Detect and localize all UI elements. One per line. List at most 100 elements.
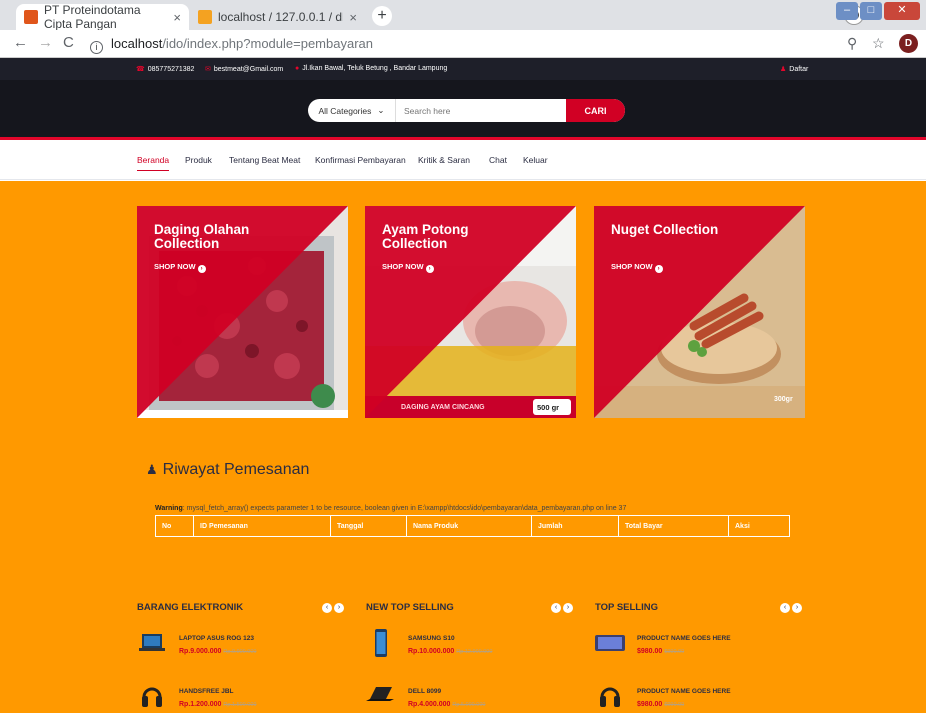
order-history-title: Riwayat Pemesanan <box>162 461 310 478</box>
user-icon: ♟ <box>146 462 158 477</box>
nav-tentang[interactable]: Tentang Beat Meat <box>229 155 300 165</box>
site-favicon-icon <box>24 10 38 24</box>
product-name: DELL 8099 <box>408 688 442 695</box>
headphone-icon <box>595 681 625 711</box>
address-contact: ● Jl.Ikan Bawal, Teluk Betung , Bandar La… <box>295 65 447 72</box>
browser-chrome: PT Proteindotama Cipta Pangan × localhos… <box>0 0 926 58</box>
old-price: Rp.5.000.000 <box>452 702 486 708</box>
arrow-left-icon[interactable]: ‹ <box>551 603 561 613</box>
collection-title: Nuget Collection <box>611 222 719 237</box>
minimize-button[interactable]: – <box>836 2 858 20</box>
warning-label: Warning <box>155 505 183 512</box>
close-tab-icon[interactable]: × <box>173 10 181 25</box>
product-item[interactable]: LAPTOP ASUS ROG 123 Rp.9.000.000 Rp.9.900.… <box>137 628 256 658</box>
nav-beranda[interactable]: Beranda <box>137 155 170 171</box>
php-warning: Warning: mysql_fetch_array() expects par… <box>155 505 626 512</box>
section-title: TOP SELLING <box>595 602 658 613</box>
collection-card-nuget[interactable]: Nuget Collection SHOP NOW › 300gr <box>594 206 805 418</box>
collection-card-ayam[interactable]: Ayam Potong Collection SHOP NOW › DAGING… <box>365 206 576 418</box>
tab-title: localhost / 127.0.0.1 / dbbestme: <box>218 10 343 24</box>
shop-now-label: SHOP NOW <box>611 262 653 271</box>
package-weight: 300gr <box>774 396 793 403</box>
old-price: Rp.12.000.000 <box>456 649 493 655</box>
browser-tab[interactable]: localhost / 127.0.0.1 / dbbestme: × <box>190 4 365 30</box>
url-host: localhost <box>111 36 163 51</box>
close-tab-icon[interactable]: × <box>349 10 357 25</box>
reload-icon[interactable]: C <box>63 34 74 51</box>
search-form: All Categories ⌄ CARI <box>308 99 625 122</box>
category-value: All Categories <box>318 105 372 116</box>
slider-arrows: ‹ › <box>551 603 573 613</box>
old-price: Rp.9.900.000 <box>223 649 257 655</box>
price-value: Rp.1.200.000 <box>179 701 222 708</box>
close-window-button[interactable]: ✕ <box>884 2 920 20</box>
product-item[interactable]: SAMSUNG S10 Rp.10.000.000 Rp.12.000.000 <box>366 628 492 658</box>
zoom-icon[interactable]: ⚲ <box>847 35 857 52</box>
col-nama-produk: Nama Produk <box>407 516 532 536</box>
url-path: /ido/index.php?module=pembayaran <box>162 36 373 51</box>
nav-chat[interactable]: Chat <box>489 155 507 165</box>
product-item[interactable]: DELL 8099 Rp.4.000.000 Rp.5.000.000 <box>366 681 485 711</box>
nav-konfirmasi-pembayaran[interactable]: Konfirmasi Pembayaran <box>315 155 406 165</box>
price-value: Rp.4.000.000 <box>408 701 451 708</box>
bookmark-star-icon[interactable]: ☆ <box>872 35 885 52</box>
register-link[interactable]: ♟ Daftar <box>780 65 808 74</box>
order-table-header: No ID Pemesanan Tanggal Nama Produk Juml… <box>155 515 790 537</box>
nav-keluar[interactable]: Keluar <box>523 155 548 165</box>
product-price: Rp.4.000.000 Rp.5.000.000 <box>408 701 485 708</box>
forward-icon[interactable]: → <box>38 34 53 51</box>
shop-now-link[interactable]: SHOP NOW › <box>611 262 663 273</box>
window-controls: – □ ✕ <box>836 2 920 20</box>
address-bar-row: ← → C i localhost/ido/index.php?module=pe… <box>0 30 926 58</box>
category-select[interactable]: All Categories ⌄ <box>308 99 396 122</box>
headphone-icon <box>137 681 167 711</box>
nav-produk[interactable]: Produk <box>185 155 212 165</box>
nav-kritik-saran[interactable]: Kritik & Saran <box>418 155 470 165</box>
arrow-right-icon[interactable]: › <box>563 603 573 613</box>
browser-tab-active[interactable]: PT Proteindotama Cipta Pangan × <box>16 3 189 31</box>
arrow-left-icon[interactable]: ‹ <box>322 603 332 613</box>
url-field[interactable]: i localhost/ido/index.php?module=pembayar… <box>90 36 373 54</box>
product-price: $980.00 $990.00 <box>637 701 731 708</box>
arrow-right-icon[interactable]: › <box>792 603 802 613</box>
arrow-circle-icon: › <box>197 265 206 273</box>
arrow-left-icon[interactable]: ‹ <box>780 603 790 613</box>
collection-title: Ayam Potong Collection <box>382 222 469 251</box>
laptop-icon <box>137 628 167 658</box>
search-input[interactable] <box>396 99 566 122</box>
chevron-down-icon: ⌄ <box>377 105 385 115</box>
arrow-circle-icon: › <box>654 265 663 273</box>
site-header: All Categories ⌄ CARI <box>0 80 926 140</box>
main-content: Daging Olahan Collection SHOP NOW › Ayam… <box>0 181 926 713</box>
shop-now-label: SHOP NOW <box>154 262 196 271</box>
maximize-button[interactable]: □ <box>860 2 882 20</box>
price-value: $980.00 <box>637 648 663 655</box>
old-price: $990.00 <box>664 702 685 708</box>
phone-icon <box>366 628 396 658</box>
section-title: NEW TOP SELLING <box>366 602 454 613</box>
shop-now-link[interactable]: SHOP NOW › <box>382 262 434 273</box>
arrow-right-icon[interactable]: › <box>334 603 344 613</box>
new-tab-button[interactable]: + <box>372 6 392 26</box>
col-tanggal: Tanggal <box>331 516 407 536</box>
info-icon[interactable]: i <box>90 41 103 54</box>
back-icon[interactable]: ← <box>13 34 28 51</box>
shop-now-link[interactable]: SHOP NOW › <box>154 262 206 273</box>
price-value: Rp.9.000.000 <box>179 648 222 655</box>
product-item[interactable]: HANDSFREE JBL Rp.1.200.000 Rp.1.500.000 <box>137 681 256 711</box>
old-price: $990.00 <box>664 649 685 655</box>
phpmyadmin-favicon-icon <box>198 10 212 24</box>
col-no: No <box>156 516 194 536</box>
user-icon: ♟ <box>780 66 787 73</box>
product-item[interactable]: PRODUCT NAME GOES HERE $980.00 $990.00 <box>595 681 731 711</box>
product-item[interactable]: PRODUCT NAME GOES HERE $980.00 $990.00 <box>595 628 731 658</box>
search-button[interactable]: CARI <box>566 99 625 122</box>
collection-card-daging[interactable]: Daging Olahan Collection SHOP NOW › <box>137 206 348 418</box>
avatar[interactable]: D <box>899 34 918 53</box>
map-marker-icon: ● <box>295 65 300 72</box>
product-name: PRODUCT NAME GOES HERE <box>637 635 731 642</box>
package-weight: 500 gr <box>537 403 560 412</box>
warning-text: : mysql_fetch_array() expects parameter … <box>182 505 627 512</box>
address-text: Jl.Ikan Bawal, Teluk Betung , Bandar Lam… <box>302 65 448 72</box>
slider-arrows: ‹ › <box>322 603 344 613</box>
